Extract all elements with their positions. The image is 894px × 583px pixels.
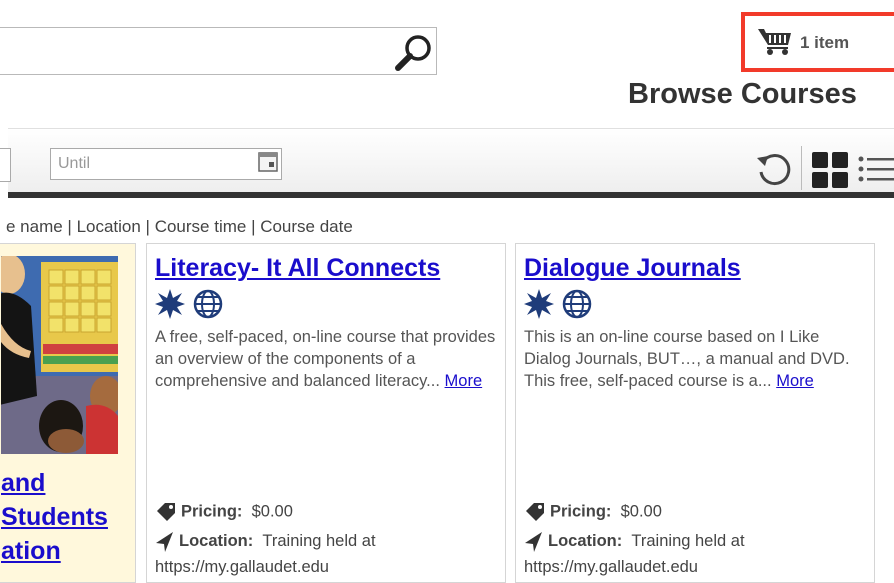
- location-label: Location:: [179, 532, 254, 550]
- star-burst-icon: [524, 289, 554, 324]
- location-row: Location: Training held at https://my.ga…: [524, 528, 869, 580]
- sort-options[interactable]: e name | Location | Course time | Course…: [6, 217, 353, 237]
- course-description: A free, self-paced, on-line course that …: [155, 326, 500, 392]
- pricing-value: $0.00: [620, 502, 662, 521]
- course-type-icons: [524, 289, 596, 319]
- course-title-line: Students: [1, 503, 108, 531]
- cart-button[interactable]: 1 item: [741, 12, 894, 72]
- refresh-button[interactable]: [755, 150, 793, 188]
- price-tag-icon: [526, 503, 544, 521]
- globe-icon: [562, 289, 592, 324]
- location-row: Location: Training held at https://my.ga…: [155, 528, 500, 580]
- more-link[interactable]: More: [445, 372, 483, 390]
- course-card[interactable]: Literacy- It All Connects A free, self-p…: [146, 243, 506, 583]
- price-tag-icon: [157, 503, 175, 521]
- star-burst-icon: [155, 289, 185, 324]
- pricing-value: $0.00: [251, 502, 293, 521]
- list-view-button[interactable]: [857, 153, 894, 187]
- until-date-field[interactable]: [50, 148, 282, 180]
- filter-bar-divider: [8, 192, 894, 198]
- pricing-label: Pricing:: [181, 502, 243, 521]
- calendar-icon: [258, 152, 278, 172]
- location-arrow-icon: [156, 531, 173, 552]
- course-title-line: and: [1, 469, 46, 497]
- location-label: Location:: [548, 532, 623, 550]
- course-title-link[interactable]: Dialogue Journals: [524, 254, 741, 283]
- more-link[interactable]: More: [776, 372, 814, 390]
- course-card[interactable]: and Students ation: [0, 243, 136, 583]
- course-description: This is an on-line course based on I Lik…: [524, 326, 869, 392]
- page-title: Browse Courses: [628, 78, 857, 110]
- cart-icon: [758, 29, 791, 55]
- search-input[interactable]: [0, 27, 437, 75]
- cart-count-label: 1 item: [800, 33, 850, 52]
- pricing-row: Pricing: $0.00: [155, 501, 293, 523]
- location-arrow-icon: [525, 531, 542, 552]
- from-date-field[interactable]: [0, 148, 11, 182]
- refresh-icon: [757, 154, 791, 186]
- course-photo: [1, 256, 118, 454]
- course-card[interactable]: Dialogue Journals This is an on-line cou…: [515, 243, 875, 583]
- pricing-row: Pricing: $0.00: [524, 501, 662, 523]
- until-date-input[interactable]: [56, 149, 250, 179]
- course-title-link[interactable]: Literacy- It All Connects: [155, 254, 440, 283]
- globe-icon: [193, 289, 223, 324]
- list-view-icon: [858, 156, 894, 182]
- course-title-line: ation: [1, 537, 61, 565]
- grid-view-icon: [812, 152, 848, 188]
- course-type-icons: [155, 289, 227, 319]
- course-title-link[interactable]: and Students ation: [1, 466, 108, 568]
- grid-view-button[interactable]: [811, 151, 849, 189]
- toolbar-divider: [801, 146, 802, 190]
- search-button[interactable]: [394, 32, 434, 72]
- calendar-button[interactable]: [258, 152, 278, 172]
- search-icon: [395, 35, 431, 71]
- pricing-label: Pricing:: [550, 502, 612, 521]
